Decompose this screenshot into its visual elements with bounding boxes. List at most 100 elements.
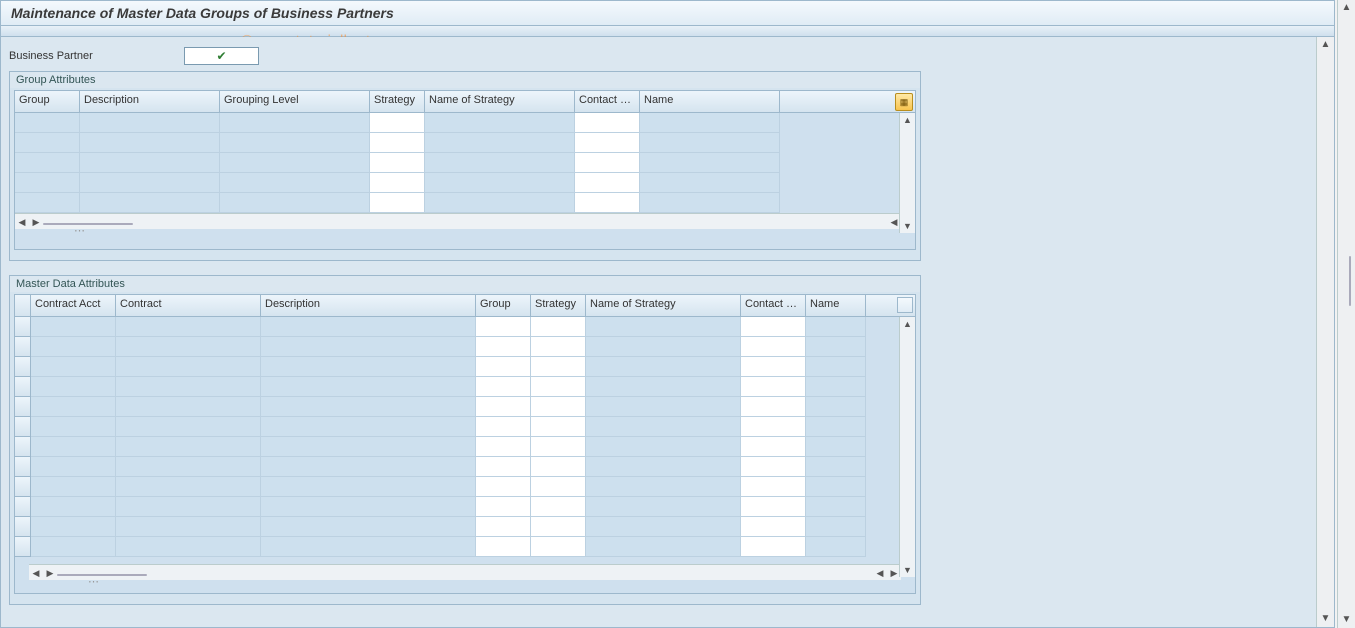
cell-name[interactable] <box>806 437 866 457</box>
row-selector-header[interactable] <box>15 295 31 316</box>
cell-strategy[interactable] <box>531 437 586 457</box>
mda-col-description[interactable]: Description <box>261 295 476 316</box>
ga-col-grouping_level[interactable]: Grouping Level <box>220 91 370 112</box>
cell-strategy[interactable] <box>531 317 586 337</box>
scroll-down-icon[interactable]: ▼ <box>1318 611 1334 627</box>
cell-name_of_strategy[interactable] <box>586 537 741 557</box>
cell-grouping_level[interactable] <box>220 133 370 153</box>
cell-contract[interactable] <box>116 457 261 477</box>
ga-col-name[interactable]: Name <box>640 91 780 112</box>
cell-group[interactable] <box>15 173 80 193</box>
table-row[interactable] <box>15 517 915 537</box>
cell-strategy[interactable] <box>531 337 586 357</box>
cell-name_of_strategy[interactable] <box>586 497 741 517</box>
cell-contract[interactable] <box>116 357 261 377</box>
cell-description[interactable] <box>261 497 476 517</box>
cell-strategy[interactable] <box>531 357 586 377</box>
cell-strategy[interactable] <box>531 517 586 537</box>
table-row[interactable] <box>15 357 915 377</box>
mda-col-contract_acct[interactable]: Contract Acct <box>31 295 116 316</box>
cell-group[interactable] <box>476 457 531 477</box>
row-selector[interactable] <box>15 497 31 517</box>
mda-col-contract[interactable]: Contract <box>116 295 261 316</box>
table-row[interactable] <box>15 337 915 357</box>
cell-contact_person[interactable] <box>741 537 806 557</box>
cell-name[interactable] <box>640 113 780 133</box>
row-selector[interactable] <box>15 397 31 417</box>
cell-contact_person[interactable] <box>575 193 640 213</box>
scroll-up-icon[interactable]: ▲ <box>901 113 915 127</box>
cell-name[interactable] <box>640 153 780 173</box>
cell-name[interactable] <box>640 173 780 193</box>
cell-contract[interactable] <box>116 437 261 457</box>
cell-name_of_strategy[interactable] <box>425 153 575 173</box>
table-settings-button[interactable] <box>897 297 913 313</box>
cell-name_of_strategy[interactable] <box>586 517 741 537</box>
cell-contact_person[interactable] <box>575 173 640 193</box>
cell-grouping_level[interactable] <box>220 193 370 213</box>
table-row[interactable] <box>15 173 915 193</box>
ga-col-name_of_strategy[interactable]: Name of Strategy <box>425 91 575 112</box>
table-config-button[interactable]: ▦ <box>895 93 913 111</box>
cell-description[interactable] <box>261 357 476 377</box>
cell-name_of_strategy[interactable] <box>586 417 741 437</box>
cell-name[interactable] <box>640 133 780 153</box>
cell-name_of_strategy[interactable] <box>425 193 575 213</box>
cell-name[interactable] <box>806 337 866 357</box>
window-vertical-scrollbar[interactable]: ▲ ▼ <box>1337 0 1355 628</box>
cell-contact_person[interactable] <box>741 397 806 417</box>
table-row[interactable] <box>15 317 915 337</box>
cell-group[interactable] <box>15 133 80 153</box>
row-selector[interactable] <box>15 517 31 537</box>
cell-grouping_level[interactable] <box>220 113 370 133</box>
row-selector[interactable] <box>15 337 31 357</box>
cell-description[interactable] <box>261 417 476 437</box>
cell-group[interactable] <box>15 113 80 133</box>
cell-contact_person[interactable] <box>741 517 806 537</box>
cell-group[interactable] <box>15 153 80 173</box>
table-row[interactable] <box>15 417 915 437</box>
cell-group[interactable] <box>476 537 531 557</box>
mda-horizontal-scrollbar[interactable]: ◀ ▶ ⋯ ◀ ▶ <box>29 564 901 580</box>
cell-description[interactable] <box>261 337 476 357</box>
mda-col-group[interactable]: Group <box>476 295 531 316</box>
cell-description[interactable] <box>261 437 476 457</box>
cell-group[interactable] <box>476 497 531 517</box>
cell-contract[interactable] <box>116 477 261 497</box>
cell-contract_acct[interactable] <box>31 377 116 397</box>
cell-name_of_strategy[interactable] <box>425 113 575 133</box>
cell-name_of_strategy[interactable] <box>586 437 741 457</box>
cell-contact_person[interactable] <box>575 113 640 133</box>
cell-group[interactable] <box>476 477 531 497</box>
scroll-left-icon[interactable]: ◀ <box>29 566 43 580</box>
cell-contract_acct[interactable] <box>31 317 116 337</box>
cell-name[interactable] <box>806 397 866 417</box>
scroll-right-icon[interactable]: ▶ <box>43 566 57 580</box>
cell-strategy[interactable] <box>531 397 586 417</box>
table-row[interactable] <box>15 153 915 173</box>
cell-group[interactable] <box>476 417 531 437</box>
cell-contract[interactable] <box>116 517 261 537</box>
row-selector[interactable] <box>15 317 31 337</box>
scroll-left-end-icon[interactable]: ◀ <box>873 566 887 580</box>
mda-vertical-scrollbar[interactable]: ▲ ▼ <box>899 317 915 577</box>
cell-name[interactable] <box>806 377 866 397</box>
mda-col-name[interactable]: Name <box>806 295 866 316</box>
cell-contract_acct[interactable] <box>31 417 116 437</box>
cell-name[interactable] <box>806 517 866 537</box>
table-row[interactable] <box>15 113 915 133</box>
cell-contact_person[interactable] <box>741 337 806 357</box>
scroll-up-icon[interactable]: ▲ <box>901 317 915 331</box>
cell-contract_acct[interactable] <box>31 397 116 417</box>
ga-col-group[interactable]: Group <box>15 91 80 112</box>
cell-name[interactable] <box>640 193 780 213</box>
ga-col-contact_person[interactable]: Contact P... <box>575 91 640 112</box>
row-selector[interactable] <box>15 417 31 437</box>
cell-strategy[interactable] <box>531 477 586 497</box>
scrollbar-thumb[interactable]: ⋯ <box>57 574 147 576</box>
cell-name_of_strategy[interactable] <box>586 317 741 337</box>
cell-contact_person[interactable] <box>741 417 806 437</box>
cell-name[interactable] <box>806 457 866 477</box>
cell-contract_acct[interactable] <box>31 357 116 377</box>
cell-contract[interactable] <box>116 317 261 337</box>
